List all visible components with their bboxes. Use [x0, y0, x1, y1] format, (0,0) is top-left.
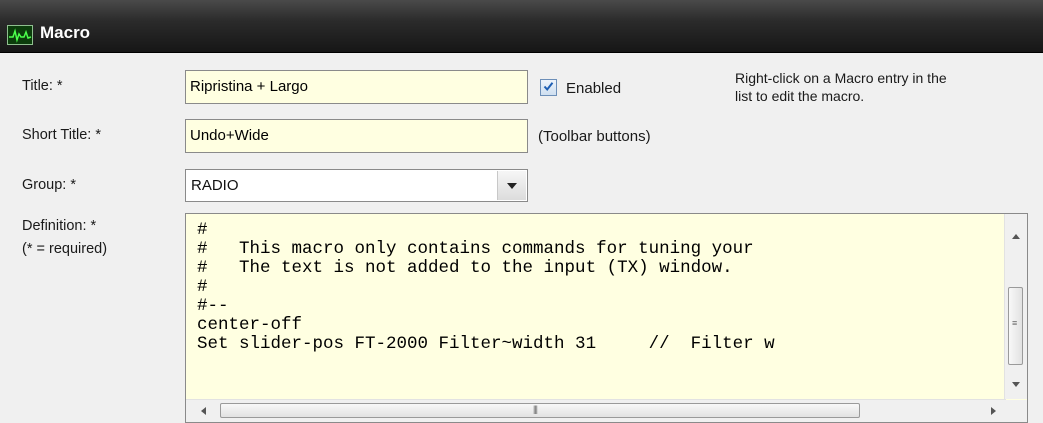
- title-input[interactable]: Ripristina + Largo: [185, 70, 528, 104]
- toolbar-buttons-hint: (Toolbar buttons): [538, 128, 651, 145]
- code-line: #: [197, 277, 208, 297]
- group-dropdown-value: RADIO: [191, 177, 239, 194]
- group-label: Group: *: [22, 177, 76, 193]
- grip-icon: |||: [533, 404, 538, 414]
- code-line: #: [197, 220, 208, 240]
- scroll-left-icon[interactable]: [201, 407, 206, 415]
- required-note: (* = required): [22, 241, 108, 257]
- enabled-checkbox[interactable]: [540, 79, 557, 96]
- horizontal-scrollbar[interactable]: |||: [186, 399, 1006, 422]
- vertical-scrollbar[interactable]: ≡: [1004, 214, 1027, 399]
- enabled-label[interactable]: Enabled: [566, 80, 621, 97]
- short-title-input[interactable]: Undo+Wide: [185, 119, 528, 153]
- scroll-right-icon[interactable]: [991, 407, 996, 415]
- code-line: #--: [197, 296, 229, 316]
- window-title: Macro: [40, 23, 91, 42]
- short-title-label: Short Title: *: [22, 127, 101, 143]
- scroll-up-icon[interactable]: [1012, 234, 1020, 239]
- code-line: # The text is not added to the input (TX…: [197, 258, 733, 278]
- grip-icon: ≡: [1012, 318, 1017, 328]
- waveform-app-icon: [7, 25, 33, 45]
- title-label: Title: *: [22, 78, 63, 94]
- window-titlebar: Macro: [0, 0, 1043, 53]
- group-dropdown[interactable]: RADIO: [185, 169, 528, 202]
- definition-code[interactable]: # # This macro only contains commands fo…: [197, 221, 775, 354]
- vertical-scroll-thumb[interactable]: ≡: [1008, 287, 1023, 365]
- chevron-down-icon[interactable]: [497, 171, 526, 200]
- code-line: Set slider-pos FT-2000 Filter~width 31 /…: [197, 334, 775, 354]
- checkmark-icon: [543, 82, 554, 92]
- horizontal-scroll-thumb[interactable]: |||: [220, 403, 860, 418]
- help-text-line1: Right-click on a Macro entry in the: [735, 70, 947, 86]
- code-line: # This macro only contains commands for …: [197, 239, 754, 259]
- scrollbar-corner: [1005, 400, 1027, 422]
- code-line: center-off: [197, 315, 303, 335]
- definition-label: Definition: *: [22, 218, 97, 234]
- help-text-line2: list to edit the macro.: [735, 88, 865, 104]
- scroll-down-icon[interactable]: [1012, 382, 1020, 387]
- definition-editor[interactable]: # # This macro only contains commands fo…: [185, 213, 1028, 423]
